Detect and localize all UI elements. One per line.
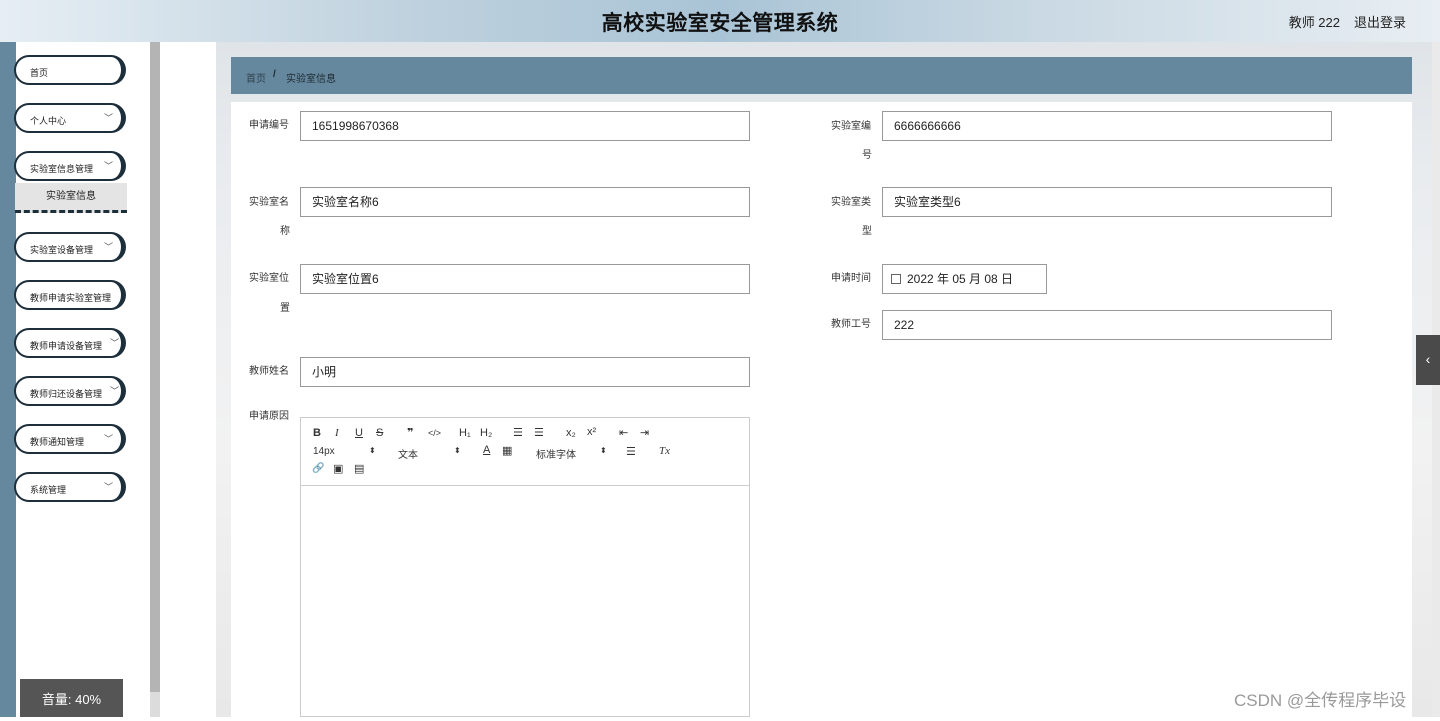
app-header: 高校实验室安全管理系统 教师 222 退出登录 <box>0 0 1440 42</box>
blockquote-button[interactable]: ❞ <box>407 426 413 439</box>
lab-name-label-wrap: 称 <box>280 226 290 237</box>
watermark: CSDN @全传程序毕设 <box>1234 691 1407 710</box>
lab-no-label-wrap: 号 <box>862 150 872 161</box>
sidebar-item-label: 实验室信息管理 <box>30 164 94 174</box>
apply-no-label: 申请编号 <box>249 120 289 131</box>
logout-button[interactable]: 退出登录 <box>1354 12 1406 31</box>
subscript-button[interactable]: x₂ <box>566 427 576 439</box>
select-arrows-icon: ⬍ <box>600 446 607 455</box>
chevron-down-icon: ﹀ <box>103 242 113 252</box>
outdent-button[interactable]: ⇤ <box>619 426 628 439</box>
chevron-down-icon: ﹀ <box>109 386 119 396</box>
ordered-list-button[interactable]: ☰ <box>513 426 523 439</box>
chevron-down-icon: ﹀ <box>103 113 113 123</box>
sidebar-item-home[interactable]: 首页 <box>14 55 126 85</box>
select-arrows-icon: ⬍ <box>454 446 461 455</box>
sidebar-subitem-lab-info[interactable]: 实验室信息 <box>15 183 127 213</box>
sidebar-item-teacher-lab-application[interactable]: 教师申请实验室管理 <box>14 280 126 310</box>
breadcrumb: 首页 / 实验室信息 <box>231 57 1412 94</box>
sidebar-item-label: 教师通知管理 <box>30 437 85 447</box>
sidebar-item-teacher-equipment-return[interactable]: 教师归还设备管理 ﹀ <box>14 376 126 406</box>
editor-toolbar: B I U S ❞ </> H₁ H₂ ☰ ☰ x₂ x² ⇤ ⇥ 14px ⬍… <box>301 418 749 486</box>
font-size-value: 14px <box>313 446 335 457</box>
apply-time-label: 申请时间 <box>831 273 871 284</box>
chevron-down-icon: ﹀ <box>103 434 113 444</box>
font-size-select[interactable]: 14px ⬍ <box>313 446 377 457</box>
align-button[interactable]: ☰ <box>626 445 636 458</box>
sidebar-item-label: 实验室设备管理 <box>30 245 94 255</box>
bold-button[interactable]: B <box>313 427 321 439</box>
code-button[interactable]: </> <box>428 428 441 438</box>
breadcrumb-separator: / <box>273 69 276 80</box>
font-family-value: 标准字体 <box>536 450 576 461</box>
italic-button[interactable]: I <box>335 427 339 439</box>
lab-name-label: 实验室名 <box>249 197 289 208</box>
sidebar-item-label: 教师归还设备管理 <box>30 389 103 399</box>
clear-format-button[interactable]: Tx <box>659 445 670 457</box>
lab-name-field[interactable]: 实验室名称6 <box>300 187 750 217</box>
bullet-list-button[interactable]: ☰ <box>534 426 544 439</box>
lab-type-field[interactable]: 实验室类型6 <box>882 187 1332 217</box>
breadcrumb-current: 实验室信息 <box>286 74 336 85</box>
sidebar-scrollbar[interactable] <box>150 42 160 692</box>
h1-button[interactable]: H₁ <box>459 427 471 439</box>
lab-no-label: 实验室编 <box>831 121 871 132</box>
strike-button[interactable]: S <box>376 427 383 439</box>
sidebar-item-label: 教师申请设备管理 <box>30 341 103 351</box>
breadcrumb-home-link[interactable]: 首页 <box>246 70 266 85</box>
teacher-name-field[interactable]: 小明 <box>300 357 750 387</box>
h2-button[interactable]: H₂ <box>480 427 492 439</box>
calendar-icon <box>891 273 901 284</box>
background-color-button[interactable]: ▦ <box>502 444 512 457</box>
select-arrows-icon: ⬍ <box>369 446 376 455</box>
sidebar-item-system-management[interactable]: 系统管理 ﹀ <box>14 472 126 502</box>
sidebar-item-label: 首页 <box>30 68 49 78</box>
current-user: 教师 222 <box>1288 15 1340 30</box>
apply-time-datepicker[interactable]: 2022 年 05 月 08 日 <box>882 264 1047 294</box>
lab-location-label: 实验室位 <box>249 273 289 284</box>
lab-location-label-wrap: 置 <box>280 303 290 314</box>
sidebar-item-teacher-equipment-application[interactable]: 教师申请设备管理 ﹀ <box>14 328 126 358</box>
font-family-select[interactable]: 标准字体 ⬍ <box>536 446 608 461</box>
image-button[interactable]: ▣ <box>333 462 343 475</box>
superscript-button[interactable]: x² <box>587 426 596 438</box>
teacher-name-label: 教师姓名 <box>249 366 289 377</box>
volume-overlay: 音量: 40% <box>20 679 123 717</box>
indent-button[interactable]: ⇥ <box>640 426 649 439</box>
editor-content[interactable] <box>301 486 749 716</box>
sidebar-item-lab-info-management[interactable]: 实验室信息管理 ﹀ <box>14 151 126 181</box>
chevron-down-icon: ﹀ <box>103 161 113 171</box>
text-type-value: 文本 <box>398 450 418 461</box>
chevron-left-icon[interactable]: ‹ <box>1416 335 1440 385</box>
lab-location-field[interactable]: 实验室位置6 <box>300 264 750 294</box>
sidebar-item-label: 个人中心 <box>30 116 67 126</box>
page-title: 高校实验室安全管理系统 <box>601 12 839 35</box>
sidebar-item-lab-equipment-management[interactable]: 实验室设备管理 ﹀ <box>14 232 126 262</box>
sidebar-left-strip <box>0 42 16 717</box>
sidebar-item-teacher-notice[interactable]: 教师通知管理 ﹀ <box>14 424 126 454</box>
sidebar-item-label: 系统管理 <box>30 485 67 495</box>
link-button[interactable]: 🔗 <box>312 463 324 474</box>
lab-no-field[interactable]: 6666666666 <box>882 111 1332 141</box>
chevron-down-icon: ﹀ <box>103 482 113 492</box>
underline-button[interactable]: U <box>355 427 363 439</box>
apply-no-field[interactable]: 1651998670368 <box>300 111 750 141</box>
sidebar-item-personal-center[interactable]: 个人中心 ﹀ <box>14 103 126 133</box>
teacher-id-field[interactable]: 222 <box>882 310 1332 340</box>
chevron-down-icon: ﹀ <box>109 338 119 348</box>
sidebar-item-label: 教师申请实验室管理 <box>30 293 112 303</box>
reason-editor: B I U S ❞ </> H₁ H₂ ☰ ☰ x₂ x² ⇤ ⇥ 14px ⬍… <box>300 417 750 717</box>
reason-label: 申请原因 <box>249 411 289 422</box>
font-color-button[interactable]: A <box>483 444 490 456</box>
video-button[interactable]: ▤ <box>354 462 364 475</box>
text-type-select[interactable]: 文本 ⬍ <box>398 446 462 461</box>
lab-type-label: 实验室类 <box>831 197 871 208</box>
apply-time-value: 2022 年 05 月 08 日 <box>907 272 1014 286</box>
sidebar-scrollbar-track <box>150 692 160 717</box>
teacher-id-label: 教师工号 <box>831 319 871 330</box>
lab-type-label-wrap: 型 <box>862 226 872 237</box>
